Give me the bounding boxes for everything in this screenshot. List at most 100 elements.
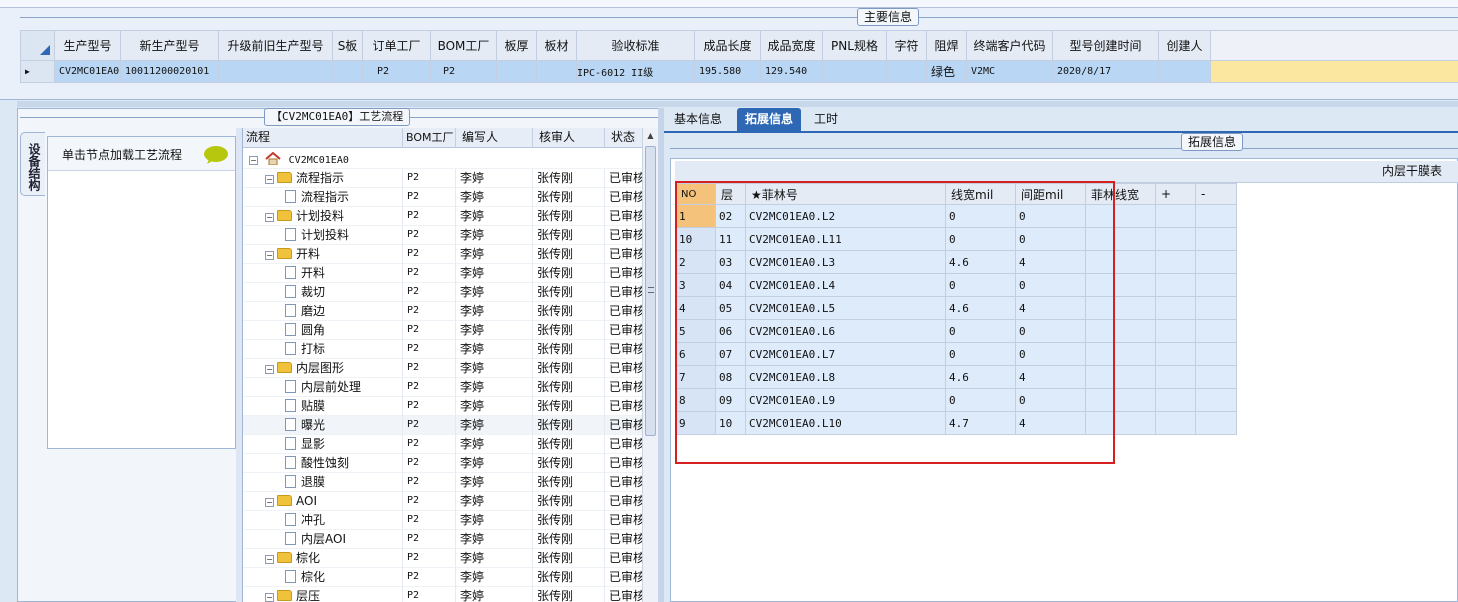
cell[interactable]	[1158, 60, 1211, 83]
plus-cell[interactable]	[1155, 342, 1196, 366]
tree-step-row[interactable]: 圆角 P2 李婷 张传刚 已审核	[243, 321, 642, 340]
col-header[interactable]: S板	[332, 30, 363, 61]
minus-cell[interactable]	[1195, 411, 1237, 435]
tab-work-hours[interactable]: 工时	[806, 108, 846, 131]
cell[interactable]: 129.540	[760, 60, 823, 83]
tree-step-row[interactable]: 开料 P2 李婷 张传刚 已审核	[243, 264, 642, 283]
tree-folder-row[interactable]: − 开料 P2 李婷 张传刚 已审核	[243, 245, 642, 264]
tree-step-row[interactable]: 裁切 P2 李婷 张传刚 已审核	[243, 283, 642, 302]
col-header-bom[interactable]: BOM工厂	[403, 128, 456, 148]
tree-folder-row[interactable]: − 内层图形 P2 李婷 张传刚 已审核	[243, 359, 642, 378]
col-header-flow[interactable]: 流程	[243, 128, 403, 148]
tree-step-row[interactable]: 打标 P2 李婷 张传刚 已审核	[243, 340, 642, 359]
col-header[interactable]: 订单工厂	[362, 30, 431, 61]
tab-extended-info[interactable]: 拓展信息	[737, 108, 802, 131]
col-header[interactable]: PNL规格	[822, 30, 887, 61]
minus-cell[interactable]	[1195, 365, 1237, 389]
plus-cell[interactable]	[1155, 273, 1196, 297]
collapse-icon[interactable]: −	[265, 498, 274, 507]
collapse-icon[interactable]: −	[265, 251, 274, 260]
col-header[interactable]: 阻焊	[926, 30, 967, 61]
minus-cell[interactable]	[1195, 388, 1237, 412]
minus-cell[interactable]	[1195, 227, 1237, 251]
plus-cell[interactable]	[1155, 227, 1196, 251]
col-header-writer[interactable]: 编写人	[456, 128, 533, 148]
scroll-thumb[interactable]	[645, 146, 656, 436]
minus-cell[interactable]	[1195, 204, 1237, 228]
col-header[interactable]: 创建人	[1158, 30, 1211, 61]
tree-folder-row[interactable]: − 层压 P2 李婷 张传刚 已审核	[243, 587, 642, 602]
plus-cell[interactable]	[1155, 388, 1196, 412]
collapse-icon[interactable]: −	[265, 555, 274, 564]
col-header[interactable]: 验收标准	[576, 30, 695, 61]
collapse-icon[interactable]: −	[265, 175, 274, 184]
minus-cell[interactable]	[1195, 296, 1237, 320]
cell[interactable]: V2MC	[966, 60, 1053, 83]
collapse-icon[interactable]: −	[265, 365, 274, 374]
minus-cell[interactable]	[1195, 273, 1237, 297]
plus-cell[interactable]	[1155, 365, 1196, 389]
tree-step-row[interactable]: 磨边 P2 李婷 张传刚 已审核	[243, 302, 642, 321]
add-column-button[interactable]: +	[1155, 183, 1196, 205]
tree-folder-row[interactable]: − AOI P2 李婷 张传刚 已审核	[243, 492, 642, 511]
cell[interactable]: IPC-6012 II级	[576, 60, 695, 83]
tree-step-row[interactable]: 内层AOI P2 李婷 张传刚 已审核	[243, 530, 642, 549]
tree-step-row[interactable]: 冲孔 P2 李婷 张传刚 已审核	[243, 511, 642, 530]
cell[interactable]: 195.580	[694, 60, 761, 83]
col-header[interactable]: BOM工厂	[430, 30, 497, 61]
node-hint-bar[interactable]: 单击节点加载工艺流程	[48, 137, 235, 171]
col-header[interactable]: 成品宽度	[760, 30, 823, 61]
col-header[interactable]: 终端客户代码	[966, 30, 1053, 61]
col-header[interactable]: 板厚	[496, 30, 537, 61]
col-header-status[interactable]: 状态	[605, 128, 642, 148]
tree-step-row[interactable]: 内层前处理 P2 李婷 张传刚 已审核	[243, 378, 642, 397]
cell[interactable]: 绿色	[926, 60, 967, 83]
minus-cell[interactable]	[1195, 319, 1237, 343]
tree-folder-row[interactable]: − 棕化 P2 李婷 张传刚 已审核	[243, 549, 642, 568]
cell[interactable]	[496, 60, 537, 83]
collapse-icon[interactable]: −	[249, 156, 258, 165]
cell[interactable]	[822, 60, 887, 83]
cell[interactable]: 10011200020101	[120, 60, 219, 83]
cell[interactable]	[218, 60, 333, 83]
node-panel[interactable]: 单击节点加载工艺流程	[47, 136, 236, 449]
tree-step-row[interactable]: 显影 P2 李婷 张传刚 已审核	[243, 435, 642, 454]
col-header[interactable]: 生产型号	[54, 30, 121, 61]
tree-step-row[interactable]: 计划投料 P2 李婷 张传刚 已审核	[243, 226, 642, 245]
col-header[interactable]: 成品长度	[694, 30, 761, 61]
col-header[interactable]: 板材	[536, 30, 577, 61]
cell[interactable]: CV2MC01EA0	[54, 60, 121, 83]
tree-step-row[interactable]: 曝光 P2 李婷 张传刚 已审核	[243, 416, 642, 435]
tree-vertical-scrollbar[interactable]: ▲	[642, 128, 658, 602]
side-tab-device-structure[interactable]: 设备结构	[20, 132, 45, 196]
remove-column-button[interactable]: -	[1195, 183, 1237, 205]
tree-step-row[interactable]: 流程指示 P2 李婷 张传刚 已审核	[243, 188, 642, 207]
collapse-icon[interactable]: −	[265, 593, 274, 602]
cell[interactable]	[886, 60, 927, 83]
plus-cell[interactable]	[1155, 250, 1196, 274]
tree-step-row[interactable]: 退膜 P2 李婷 张传刚 已审核	[243, 473, 642, 492]
main-info-row[interactable]: ▶ CV2MC01EA0 10011200020101 P2 P2 IPC-60…	[20, 60, 1458, 83]
tree-root-row[interactable]: − CV2MC01EA0	[243, 150, 642, 169]
plus-cell[interactable]	[1155, 296, 1196, 320]
plus-cell[interactable]	[1155, 204, 1196, 228]
tree-folder-row[interactable]: − 流程指示 P2 李婷 张传刚 已审核	[243, 169, 642, 188]
process-tree-grid[interactable]: 流程 BOM工厂 编写人 核审人 状态 − CV2MC01EA0 − 流程指示 P2…	[242, 128, 642, 602]
plus-cell[interactable]	[1155, 411, 1196, 435]
col-header[interactable]: 升级前旧生产型号	[218, 30, 333, 61]
col-header[interactable]: 字符	[886, 30, 927, 61]
horizontal-splitter[interactable]	[17, 101, 1458, 107]
tree-folder-row[interactable]: − 计划投料 P2 李婷 张传刚 已审核	[243, 207, 642, 226]
col-header-reviewer[interactable]: 核审人	[533, 128, 605, 148]
minus-cell[interactable]	[1195, 342, 1237, 366]
main-info-grid[interactable]: 生产型号 新生产型号 升级前旧生产型号 S板 订单工厂 BOM工厂 板厚 板材 …	[20, 30, 1458, 83]
scroll-up-icon[interactable]: ▲	[643, 128, 658, 144]
collapse-icon[interactable]: −	[265, 213, 274, 222]
cell[interactable]	[536, 60, 577, 83]
cell[interactable]: P2	[430, 60, 497, 83]
tree-step-row[interactable]: 酸性蚀刻 P2 李婷 张传刚 已审核	[243, 454, 642, 473]
tree-step-row[interactable]: 棕化 P2 李婷 张传刚 已审核	[243, 568, 642, 587]
tab-basic-info[interactable]: 基本信息	[666, 108, 730, 131]
tree-step-row[interactable]: 贴膜 P2 李婷 张传刚 已审核	[243, 397, 642, 416]
cell[interactable]: P2	[362, 60, 431, 83]
